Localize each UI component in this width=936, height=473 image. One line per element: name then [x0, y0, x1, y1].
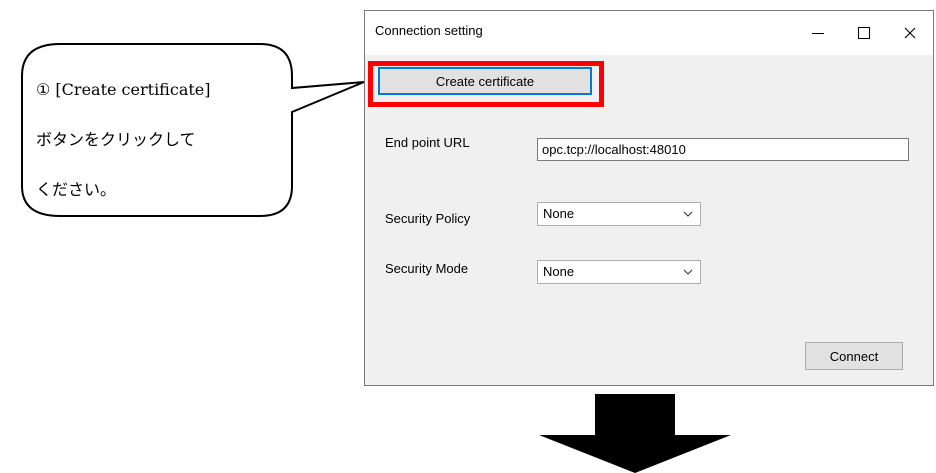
- down-arrow-icon: [539, 394, 731, 473]
